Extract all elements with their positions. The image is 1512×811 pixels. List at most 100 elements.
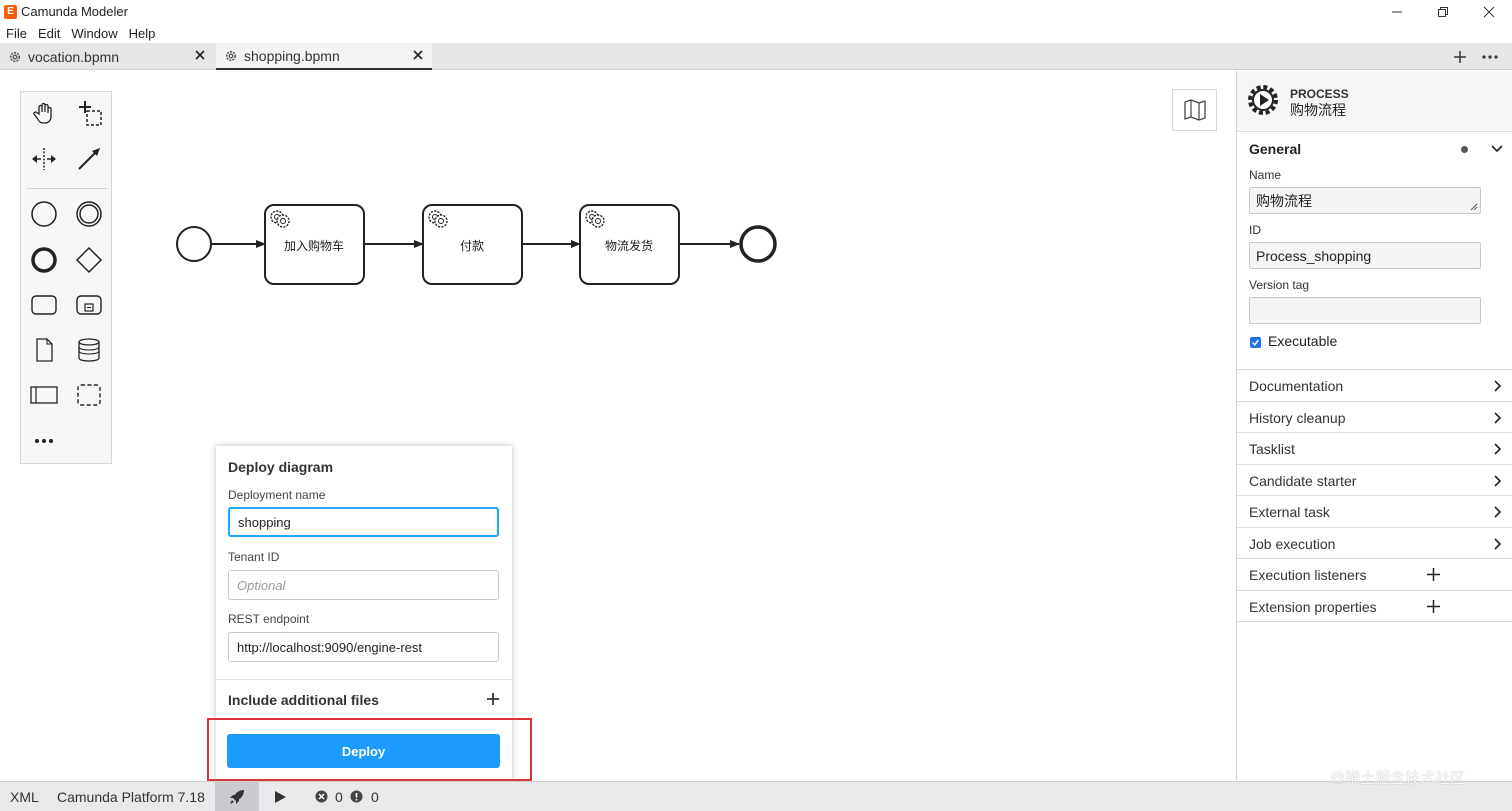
element-name: 购物流程 xyxy=(1290,102,1346,118)
section-label: Execution listeners xyxy=(1249,567,1367,583)
camunda-logo-icon: E xyxy=(4,4,17,19)
section-history-cleanup[interactable]: History cleanup xyxy=(1237,401,1512,433)
section-label: External task xyxy=(1249,504,1330,520)
service-task-gear-icon xyxy=(434,214,448,228)
end-event[interactable] xyxy=(739,225,777,263)
rest-endpoint-label: REST endpoint xyxy=(228,612,310,626)
tenant-id-input[interactable] xyxy=(228,570,499,600)
data-store-icon xyxy=(78,338,100,362)
chevron-right-icon xyxy=(1494,506,1502,518)
data-store-tool[interactable] xyxy=(74,335,104,365)
service-task-gear-icon xyxy=(591,214,605,228)
section-candidate-starter[interactable]: Candidate starter xyxy=(1237,464,1512,496)
watermark: @稀土掘金技术社区 xyxy=(1330,770,1466,787)
menu-bar: File Edit Window Help xyxy=(0,23,1512,43)
rest-endpoint-input[interactable] xyxy=(228,632,499,662)
error-icon[interactable] xyxy=(315,790,328,803)
executable-checkbox[interactable] xyxy=(1250,337,1261,348)
executable-label: Executable xyxy=(1268,333,1338,349)
highlight-box xyxy=(207,718,532,781)
bpmn-diagram xyxy=(176,204,777,285)
tab-label: vocation.bpmn xyxy=(28,48,120,65)
chevron-right-icon xyxy=(1494,538,1502,550)
tenant-id-label: Tenant ID xyxy=(228,550,280,564)
add-property-plus-icon[interactable] xyxy=(1427,600,1440,613)
play-icon[interactable] xyxy=(273,790,287,804)
task-label: 加入购物车 xyxy=(283,239,344,253)
data-object-icon xyxy=(36,338,53,362)
minimize-button[interactable] xyxy=(1374,0,1420,23)
id-field[interactable]: Process_shopping xyxy=(1249,242,1481,269)
group-tool[interactable] xyxy=(74,380,104,410)
close-tab-icon[interactable] xyxy=(194,49,206,61)
deployment-name-input[interactable] xyxy=(228,507,499,537)
title-bar: E Camunda Modeler xyxy=(0,0,1512,23)
tab-vocation[interactable]: vocation.bpmn xyxy=(0,43,214,70)
start-event[interactable] xyxy=(176,226,212,262)
minimize-icon xyxy=(1392,11,1402,12)
restore-button[interactable] xyxy=(1420,0,1466,23)
section-label: Tasklist xyxy=(1249,441,1295,457)
warning-count: 0 xyxy=(371,789,379,805)
xml-view-button[interactable]: XML xyxy=(10,789,39,805)
chevron-right-icon xyxy=(1494,443,1502,455)
section-job-execution[interactable]: Job execution xyxy=(1237,527,1512,559)
section-label: History cleanup xyxy=(1249,410,1346,426)
group-general-header[interactable]: General xyxy=(1249,141,1301,157)
close-window-button[interactable] xyxy=(1466,0,1512,23)
pool-icon xyxy=(30,386,58,404)
error-count: 0 xyxy=(335,789,343,805)
gear-icon xyxy=(225,50,237,61)
platform-version[interactable]: Camunda Platform 7.18 xyxy=(57,789,205,805)
task-label: 物流发货 xyxy=(604,239,653,253)
close-tab-icon[interactable] xyxy=(412,49,424,61)
app-title: Camunda Modeler xyxy=(21,4,128,19)
name-label: Name xyxy=(1249,168,1282,182)
version-tag-label: Version tag xyxy=(1249,278,1310,292)
chevron-right-icon xyxy=(1494,475,1502,487)
group-changed-dot xyxy=(1461,146,1468,153)
data-object-tool[interactable] xyxy=(29,335,59,365)
minimap-toggle-button[interactable] xyxy=(1172,89,1217,131)
name-field[interactable]: 购物流程 xyxy=(1249,187,1481,214)
close-icon xyxy=(1483,6,1495,17)
more-tools-button[interactable] xyxy=(29,426,59,456)
service-task-gear-icon xyxy=(276,214,290,228)
deployment-name-label: Deployment name xyxy=(228,488,326,502)
task-label: 付款 xyxy=(459,239,484,253)
resize-handle-icon[interactable] xyxy=(1470,203,1478,211)
deploy-dialog-title: Deploy diagram xyxy=(228,459,334,475)
add-files-plus-icon[interactable] xyxy=(486,692,500,706)
diagram-canvas[interactable]: 加入购物车 付款 物流发货 xyxy=(0,71,1236,780)
section-extension-properties[interactable]: Extension properties xyxy=(1237,590,1512,622)
restore-icon xyxy=(1438,6,1448,17)
new-tab-plus-icon[interactable] xyxy=(1454,50,1466,63)
menu-window[interactable]: Window xyxy=(71,26,117,41)
tab-bar: vocation.bpmn shopping.bpmn xyxy=(0,43,1512,70)
section-label: Job execution xyxy=(1249,536,1336,552)
pool-tool[interactable] xyxy=(29,380,59,410)
section-label: Extension properties xyxy=(1249,599,1377,615)
properties-panel: PROCESS 购物流程 General Name 购物流程 ID Proces… xyxy=(1236,71,1512,780)
section-execution-listeners[interactable]: Execution listeners xyxy=(1237,558,1512,590)
deploy-rocket-button[interactable] xyxy=(215,782,259,811)
include-files-label: Include additional files xyxy=(228,692,379,708)
process-gear-icon xyxy=(1248,85,1278,115)
version-tag-field[interactable] xyxy=(1249,297,1481,324)
chevron-down-icon[interactable] xyxy=(1491,142,1503,154)
name-value: 购物流程 xyxy=(1256,192,1312,209)
menu-file[interactable]: File xyxy=(6,26,27,41)
menu-help[interactable]: Help xyxy=(129,26,156,41)
tab-shopping[interactable]: shopping.bpmn xyxy=(216,43,432,70)
status-bar: XML Camunda Platform 7.18 0 0 xyxy=(0,781,1512,811)
divider xyxy=(216,679,512,680)
section-tasklist[interactable]: Tasklist xyxy=(1237,432,1512,464)
warning-icon[interactable] xyxy=(350,790,363,803)
section-documentation[interactable]: Documentation xyxy=(1237,369,1512,401)
element-type: PROCESS xyxy=(1290,87,1349,101)
menu-edit[interactable]: Edit xyxy=(38,26,60,41)
add-listener-plus-icon[interactable] xyxy=(1427,568,1440,581)
id-value: Process_shopping xyxy=(1256,247,1372,264)
section-external-task[interactable]: External task xyxy=(1237,495,1512,527)
more-options-icon[interactable] xyxy=(1482,54,1498,59)
